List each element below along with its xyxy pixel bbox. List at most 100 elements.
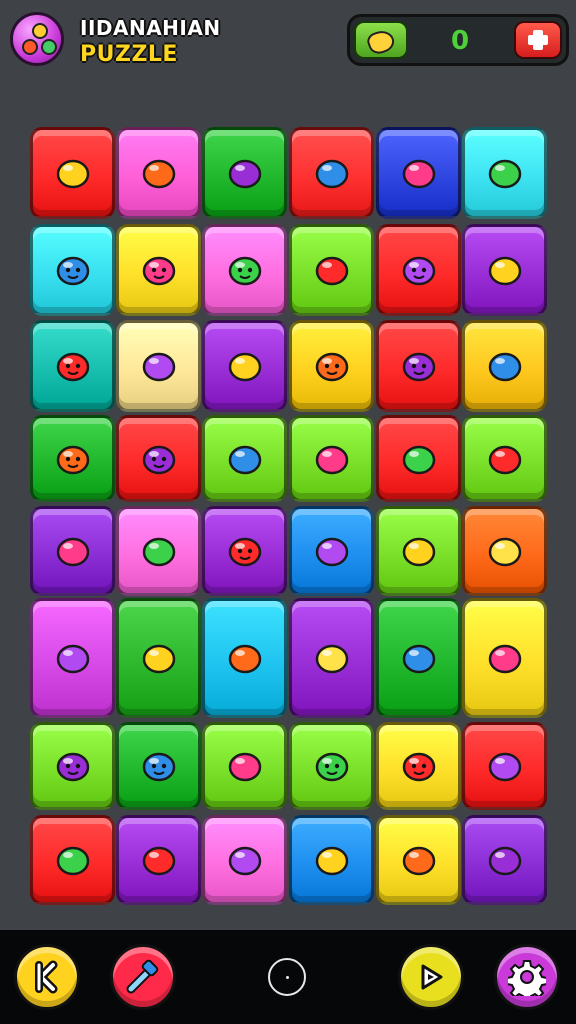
robot-icon (402, 644, 435, 674)
tile-r7-c2[interactable] (116, 722, 201, 810)
tile-r6-c6[interactable] (462, 598, 547, 718)
snail-icon (488, 352, 521, 382)
brush-blue-icon (488, 445, 521, 474)
ghost-icon (402, 752, 435, 782)
tile-r4-c4[interactable] (289, 415, 374, 502)
balloon-icon (488, 159, 521, 189)
tile-r3-c2[interactable] (116, 320, 201, 412)
tile-r3-c3[interactable] (202, 320, 287, 412)
splat-icon (142, 352, 175, 382)
tile-r7-c6[interactable] (462, 722, 547, 810)
rocket-icon (228, 752, 261, 782)
tile-r6-c4[interactable] (289, 598, 374, 718)
map-pin-icon (228, 159, 261, 189)
tile-r1-c1[interactable] (30, 127, 115, 219)
pig-icon (315, 752, 348, 782)
tile-r4-c1[interactable] (30, 415, 115, 502)
ladybug-icon (56, 445, 89, 474)
sun-face-icon (402, 352, 435, 382)
tile-r1-c3[interactable] (202, 127, 287, 219)
smile-face-icon (228, 256, 261, 286)
potion-icon (56, 644, 89, 674)
gift-tag-icon (488, 644, 521, 674)
pencil-icon (315, 159, 348, 189)
tile-r8-c5[interactable] (376, 815, 461, 905)
tile-r3-c4[interactable] (289, 320, 374, 412)
crab-icon (56, 752, 89, 782)
leaf-brush-icon (488, 256, 521, 286)
lemon-icon (56, 159, 89, 189)
teapot-icon (315, 644, 348, 674)
sun-face-icon (315, 352, 348, 382)
star-face-icon (402, 256, 435, 286)
ring-icon (142, 537, 175, 567)
notepad-icon (56, 537, 89, 567)
tile-r4-c5[interactable] (376, 415, 461, 502)
red-bulb-icon (142, 644, 175, 674)
lemon-face-icon (228, 537, 261, 567)
tile-r6-c3[interactable] (202, 598, 287, 718)
tile-r7-c1[interactable] (30, 722, 115, 810)
tile-r2-c5[interactable] (376, 224, 461, 316)
triangle-toy-icon (228, 352, 261, 382)
tile-r8-c4[interactable] (289, 815, 374, 905)
balloon-pink-icon (402, 445, 435, 474)
tile-r5-c6[interactable] (462, 506, 547, 596)
settings-button[interactable] (494, 944, 560, 1010)
shell-icon (142, 846, 175, 876)
tile-r1-c2[interactable] (116, 127, 201, 219)
tile-r4-c2[interactable] (116, 415, 201, 502)
tile-r7-c4[interactable] (289, 722, 374, 810)
tile-r6-c1[interactable] (30, 598, 115, 718)
tile-r8-c1[interactable] (30, 815, 115, 905)
tile-r2-c4[interactable] (289, 224, 374, 316)
tile-r5-c5[interactable] (376, 506, 461, 596)
puzzle-board (0, 0, 576, 930)
hammer-icon (126, 959, 159, 994)
tile-r5-c1[interactable] (30, 506, 115, 596)
bottom-toolbar (0, 930, 576, 1024)
crayon-green-icon (228, 445, 261, 474)
back-button[interactable] (14, 944, 80, 1010)
fish-icon (56, 352, 89, 382)
tile-r8-c2[interactable] (116, 815, 201, 905)
tile-r8-c3[interactable] (202, 815, 287, 905)
tile-r2-c1[interactable] (30, 224, 115, 316)
tile-r3-c6[interactable] (462, 320, 547, 412)
magnifier-purple-icon (488, 846, 521, 876)
star-blob-icon (142, 752, 175, 782)
hint-button[interactable] (110, 944, 176, 1010)
tile-r2-c2[interactable] (116, 224, 201, 316)
tile-r3-c5[interactable] (376, 320, 461, 412)
back-arrow-icon (35, 960, 58, 994)
gear-icon (508, 960, 546, 996)
tile-r8-c6[interactable] (462, 815, 547, 905)
tile-r6-c2[interactable] (116, 598, 201, 718)
tile-r6-c5[interactable] (376, 598, 461, 718)
carrot-icon (315, 537, 348, 567)
tile-r4-c3[interactable] (202, 415, 287, 502)
tile-r5-c4[interactable] (289, 506, 374, 596)
tile-r7-c5[interactable] (376, 722, 461, 810)
tile-r5-c3[interactable] (202, 506, 287, 596)
fish-blue-icon (142, 445, 175, 474)
crayon-icon (402, 159, 435, 189)
tile-r1-c6[interactable] (462, 127, 547, 219)
bug-face-icon (56, 256, 89, 286)
play-button[interactable] (398, 944, 464, 1010)
tile-r2-c6[interactable] (462, 224, 547, 316)
home-button[interactable] (268, 958, 306, 996)
tile-r4-c6[interactable] (462, 415, 547, 502)
chili-icon (142, 159, 175, 189)
lollipop-icon (315, 256, 348, 286)
crayon-teal-icon (402, 846, 435, 876)
tile-r3-c1[interactable] (30, 320, 115, 412)
crayon-red-icon (315, 445, 348, 474)
tile-r1-c4[interactable] (289, 127, 374, 219)
tile-r5-c2[interactable] (116, 506, 201, 596)
magnifier-icon (228, 846, 261, 876)
tile-r7-c3[interactable] (202, 722, 287, 810)
pencil-yellow-icon (402, 537, 435, 567)
tile-r1-c5[interactable] (376, 127, 461, 219)
tile-r2-c3[interactable] (202, 224, 287, 316)
